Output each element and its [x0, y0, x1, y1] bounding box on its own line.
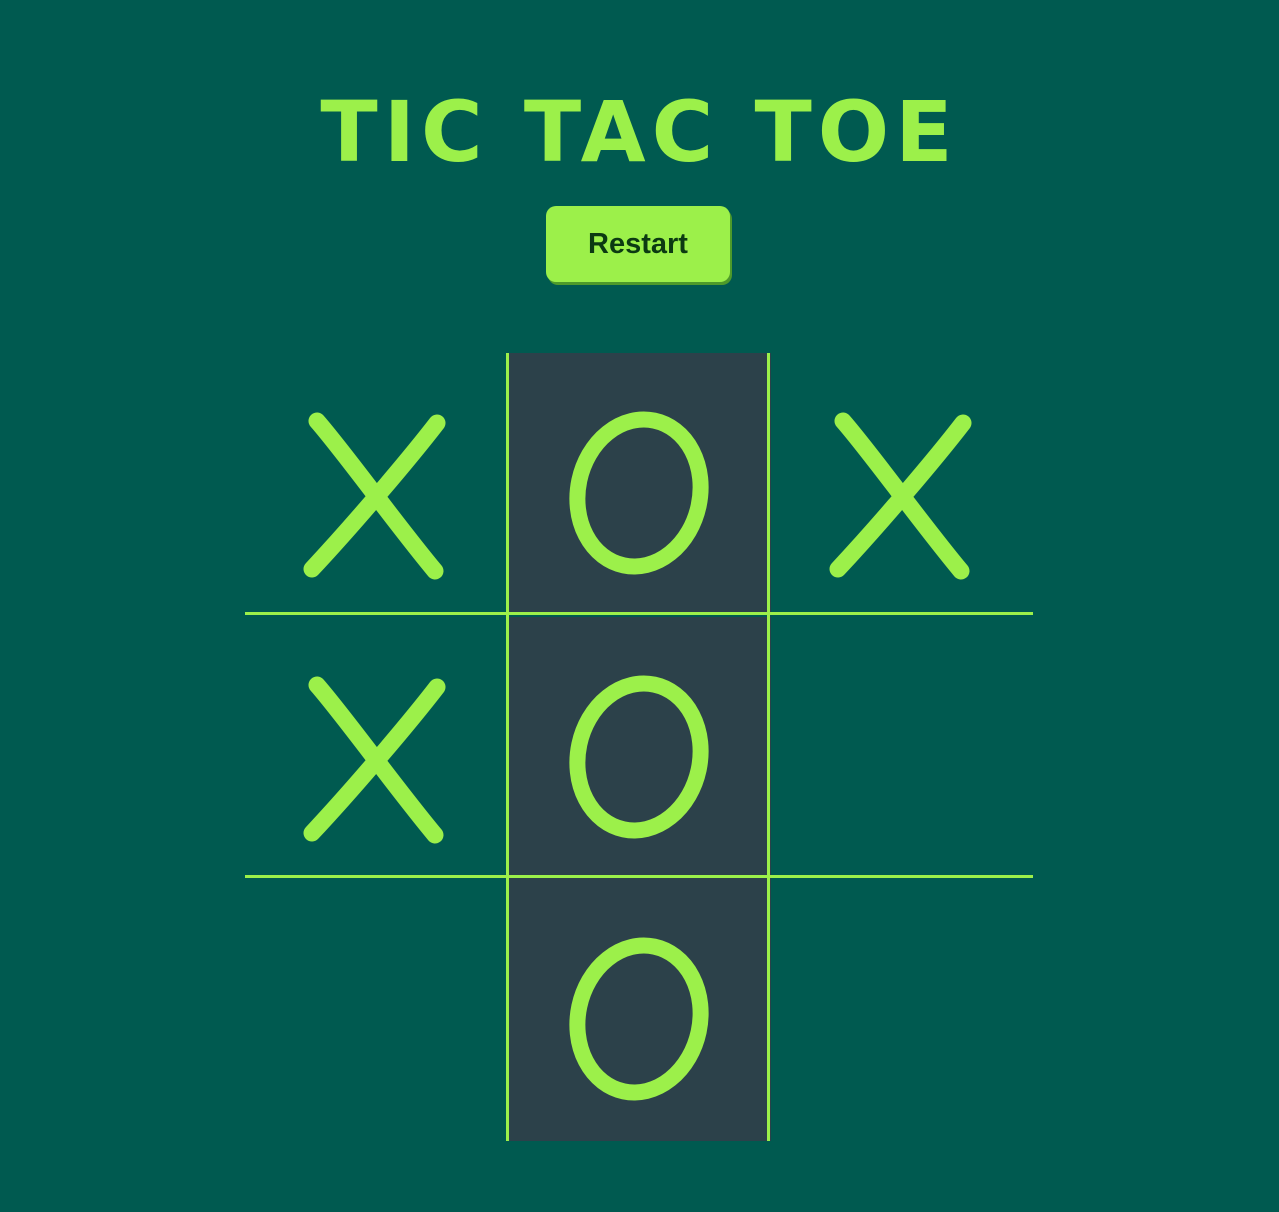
cell-mark-text: X	[771, 353, 772, 354]
o-mark-icon	[569, 937, 709, 1101]
board-cell-3-3[interactable]	[771, 879, 1033, 1141]
grid-line-horizontal-2	[245, 875, 1033, 878]
x-mark-icon	[303, 676, 446, 844]
board-cell-1-2[interactable]: O	[509, 353, 771, 615]
cell-mark-text: O	[509, 879, 510, 880]
o-mark-icon	[569, 411, 709, 575]
o-mark-icon	[569, 675, 709, 839]
x-mark-icon	[829, 412, 972, 580]
grid-line-horizontal-1	[245, 612, 1033, 615]
game-board: X O X X O O	[245, 353, 1033, 1141]
cell-mark-text	[245, 879, 246, 880]
game-title: TIC TAC TOE	[320, 83, 959, 181]
board-cell-1-1[interactable]: X	[245, 353, 507, 615]
cell-mark-text: O	[509, 617, 510, 618]
cell-mark-text	[771, 879, 772, 880]
restart-button[interactable]: Restart	[546, 206, 730, 282]
cell-mark-text	[771, 617, 772, 618]
cell-mark-text: X	[245, 617, 246, 618]
grid-line-vertical-2	[767, 353, 770, 1141]
board-cell-2-3[interactable]	[771, 617, 1033, 879]
x-mark-icon	[303, 412, 446, 580]
board-cell-2-2[interactable]: O	[509, 617, 771, 879]
board-cell-2-1[interactable]: X	[245, 617, 507, 879]
cell-mark-text: X	[245, 353, 246, 354]
board-cell-3-1[interactable]	[245, 879, 507, 1141]
game-page: TIC TAC TOE Restart X O X X O O	[0, 0, 1279, 1212]
grid-line-vertical-1	[506, 353, 509, 1141]
cell-mark-text: O	[509, 353, 510, 354]
board-cell-3-2[interactable]: O	[509, 879, 771, 1141]
board-cell-1-3[interactable]: X	[771, 353, 1033, 615]
